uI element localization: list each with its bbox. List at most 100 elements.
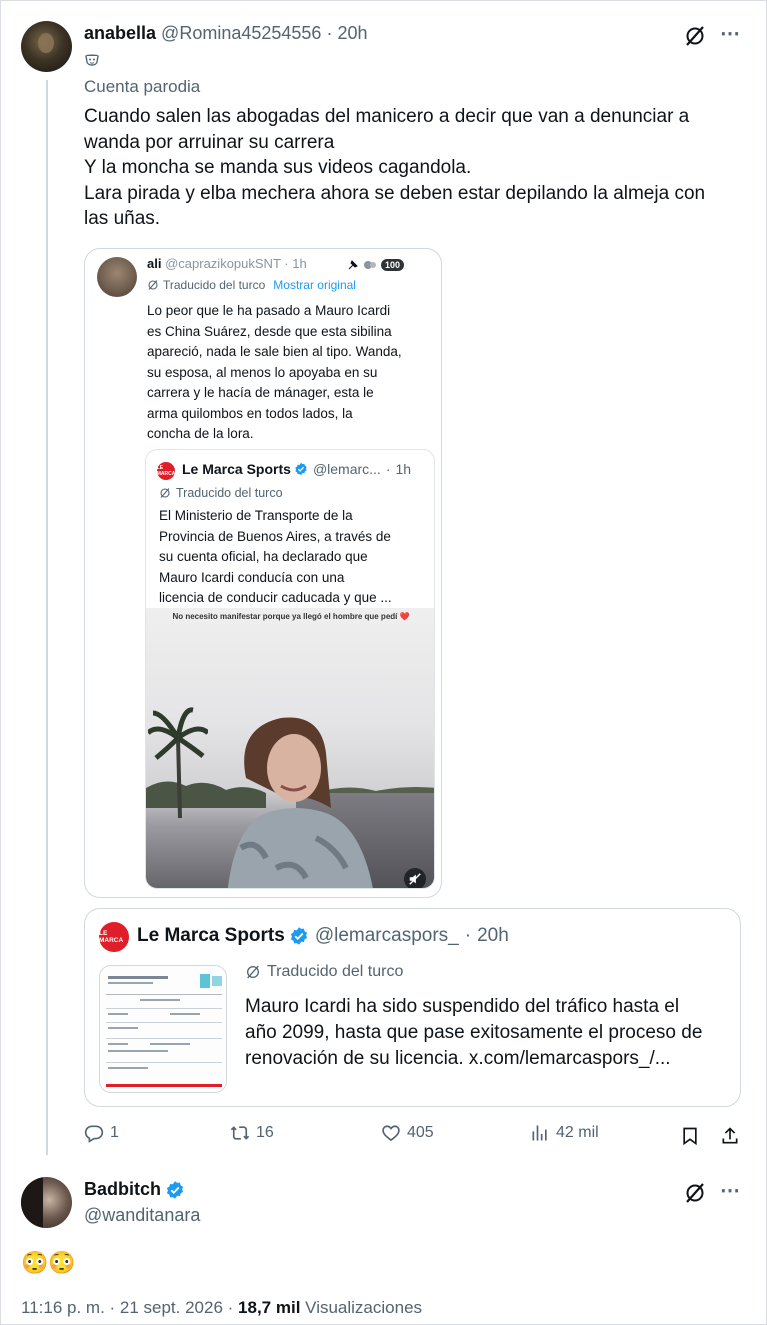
lemarca-logo[interactable]: LE MARCA <box>99 922 129 952</box>
post-text-line: Cuando salen las abogadas del manicero a… <box>84 106 690 127</box>
repost-button[interactable]: 16 <box>230 1123 274 1143</box>
avatar[interactable] <box>21 21 72 72</box>
lemarca-translated-label: Traducido del turco <box>245 963 403 981</box>
video-player[interactable]: No necesito manifestar porque ya llegó e… <box>146 608 434 888</box>
quoted-text: Lo peor que le ha pasado a Mauro Icardi … <box>147 301 437 445</box>
lemarca-header: Le Marca Sports @lemarcaspors_ · 20h <box>137 925 509 947</box>
document-thumbnail[interactable] <box>99 965 227 1093</box>
quoted-post-card[interactable]: ali @caprazikopukSNT · 1h 100 Traducido … <box>84 248 442 898</box>
quoted-author-handle[interactable]: @caprazikopukSNT <box>165 256 281 271</box>
like-button[interactable]: 405 <box>381 1123 434 1143</box>
quoted-author-name[interactable]: ali <box>147 256 161 271</box>
lemarca-text-line[interactable]: renovación de su licencia. x.com/lemarca… <box>245 1046 735 1072</box>
nested-text-line: Provincia de Buenos Aires, a través de <box>159 528 391 544</box>
quoted-text-line: concha de la lora. <box>147 426 254 441</box>
quoted-avatar[interactable] <box>97 257 137 297</box>
post-text-line: wanda por arruinar su carrera <box>84 131 335 153</box>
quoted-text-line: arma quilombos en todos lados, la <box>147 405 353 421</box>
nested-quoted-post[interactable]: LE MARCA Le Marca Sports @lemarc... · 1h… <box>145 449 435 889</box>
more-options-icon[interactable]: ⋯ <box>720 1181 741 1201</box>
translated-text: Traducido del turco <box>176 486 283 500</box>
nested-text: El Ministerio de Transporte de la Provin… <box>159 506 434 609</box>
views-label: Visualizaciones <box>305 1298 423 1317</box>
avatar[interactable] <box>21 1177 72 1228</box>
palm-tree <box>148 707 208 818</box>
verified-icon <box>290 927 307 945</box>
more-options-icon[interactable]: ⋯ <box>720 24 741 44</box>
nested-author-name[interactable]: Le Marca Sports <box>182 461 291 477</box>
views-icon <box>532 1125 547 1141</box>
quoted-header: ali @caprazikopukSNT · 1h <box>147 256 307 271</box>
lemarca-logo[interactable]: LE MARCA <box>157 462 175 480</box>
reply-count: 1 <box>110 1124 119 1141</box>
video-person <box>227 717 373 888</box>
nested-time[interactable]: 1h <box>396 461 412 477</box>
translate-icon <box>148 280 158 290</box>
translated-text: Traducido del turco <box>163 278 266 292</box>
post-timestamp[interactable]: 11:16 p. m. · 21 sept. 2026 · <box>21 1298 238 1317</box>
nested-header: Le Marca Sports @lemarc... · 1h <box>182 461 412 477</box>
author-name-text[interactable]: Badbitch <box>84 1179 161 1200</box>
author-name[interactable]: Badbitch <box>84 1179 185 1200</box>
parody-label: Cuenta parodia <box>84 77 201 96</box>
separator: · <box>326 22 333 43</box>
post-text-line: las uñas. <box>84 208 161 229</box>
quoted-badges: 100 <box>347 259 405 271</box>
quoted-text-line: apareció, nada le sale bien al tipo. Wan… <box>147 344 402 359</box>
count-badge: 100 <box>381 259 405 271</box>
repost-icon <box>230 1126 250 1140</box>
heart-icon <box>382 1125 400 1142</box>
nested-text-line: licencia de conducir caducada y que ... <box>159 590 392 605</box>
translate-icon <box>160 488 170 498</box>
lemarca-time[interactable]: 20h <box>477 925 509 947</box>
like-count: 405 <box>407 1124 434 1141</box>
nested-translated-label: Traducido del turco <box>159 486 283 500</box>
quoted-time[interactable]: 1h <box>292 256 306 271</box>
post-time[interactable]: 20h <box>337 23 367 44</box>
grok-icon[interactable] <box>683 24 707 48</box>
author-handle[interactable]: @wanditanara <box>84 1205 200 1226</box>
nested-text-line: El Ministerio de Transporte de la <box>159 508 353 523</box>
view-count: 42 mil <box>556 1124 599 1141</box>
grok-icon[interactable] <box>683 1181 707 1205</box>
lemarca-text-line: año 2099, hasta que pase exitosamente el… <box>245 1022 703 1043</box>
lemarca-author-name[interactable]: Le Marca Sports <box>137 925 285 947</box>
post-text-line: Y la moncha se manda sus videos cagandol… <box>84 157 472 178</box>
share-icon[interactable] <box>720 1126 740 1146</box>
views-button[interactable]: 42 mil <box>530 1123 599 1143</box>
pin-icon <box>348 260 358 270</box>
quoted-post-card-lemarca[interactable]: LE MARCA Le Marca Sports @lemarcaspors_ … <box>84 908 741 1107</box>
quoted-text-line: Lo peor que le ha pasado a Mauro Icardi <box>147 303 391 318</box>
verified-icon <box>295 462 307 476</box>
video-caption: No necesito manifestar porque ya llegó e… <box>172 612 410 621</box>
translated-text: Traducido del turco <box>267 963 404 980</box>
lemarca-author-handle[interactable]: @lemarcaspors_ <box>315 925 459 947</box>
reply-icon <box>84 1125 104 1143</box>
repost-count: 16 <box>256 1124 274 1141</box>
show-original-link[interactable]: Mostrar original <box>273 278 356 292</box>
post-meta: 11:16 p. m. · 21 sept. 2026 · 18,7 mil V… <box>21 1298 422 1318</box>
action-bar: 1 16 405 42 mil <box>84 1123 744 1149</box>
author-name[interactable]: anabella <box>84 23 156 44</box>
lemarca-text-line: Mauro Icardi ha sido suspendido del tráf… <box>245 996 680 1017</box>
quoted-text-line: su esposa, al menos lo apoyaba en su <box>147 364 378 380</box>
post-anabella[interactable]: anabella @Romina45254556 · 20h ⋯ Cuenta … <box>0 0 767 1160</box>
nested-author-handle[interactable]: @lemarc... <box>313 461 381 477</box>
lemarca-text: Mauro Icardi ha sido suspendido del tráf… <box>245 994 735 1072</box>
post-text: Cuando salen las abogadas del manicero a… <box>84 104 744 232</box>
translate-icon <box>247 965 259 979</box>
post-header: anabella @Romina45254556 · 20h <box>84 22 367 44</box>
verified-icon <box>166 1180 184 1199</box>
views-count: 18,7 mil <box>238 1298 301 1317</box>
thread-line <box>46 80 48 1155</box>
reply-button[interactable]: 1 <box>84 1123 119 1143</box>
emoji-icon <box>364 261 376 269</box>
quoted-text-line: es China Suárez, desde que esta sibilina <box>147 323 392 339</box>
post-text-line: Lara pirada y elba mechera ahora se debe… <box>84 182 706 204</box>
mute-icon[interactable] <box>404 868 426 888</box>
bookmark-icon[interactable] <box>680 1126 700 1146</box>
author-handle[interactable]: @Romina45254556 <box>161 23 321 44</box>
parody-mask-icon <box>85 54 99 66</box>
nested-text-line: Mauro Icardi conducía con una <box>159 569 345 585</box>
nested-text-line: su cuenta oficial, ha declarado que <box>159 549 368 564</box>
